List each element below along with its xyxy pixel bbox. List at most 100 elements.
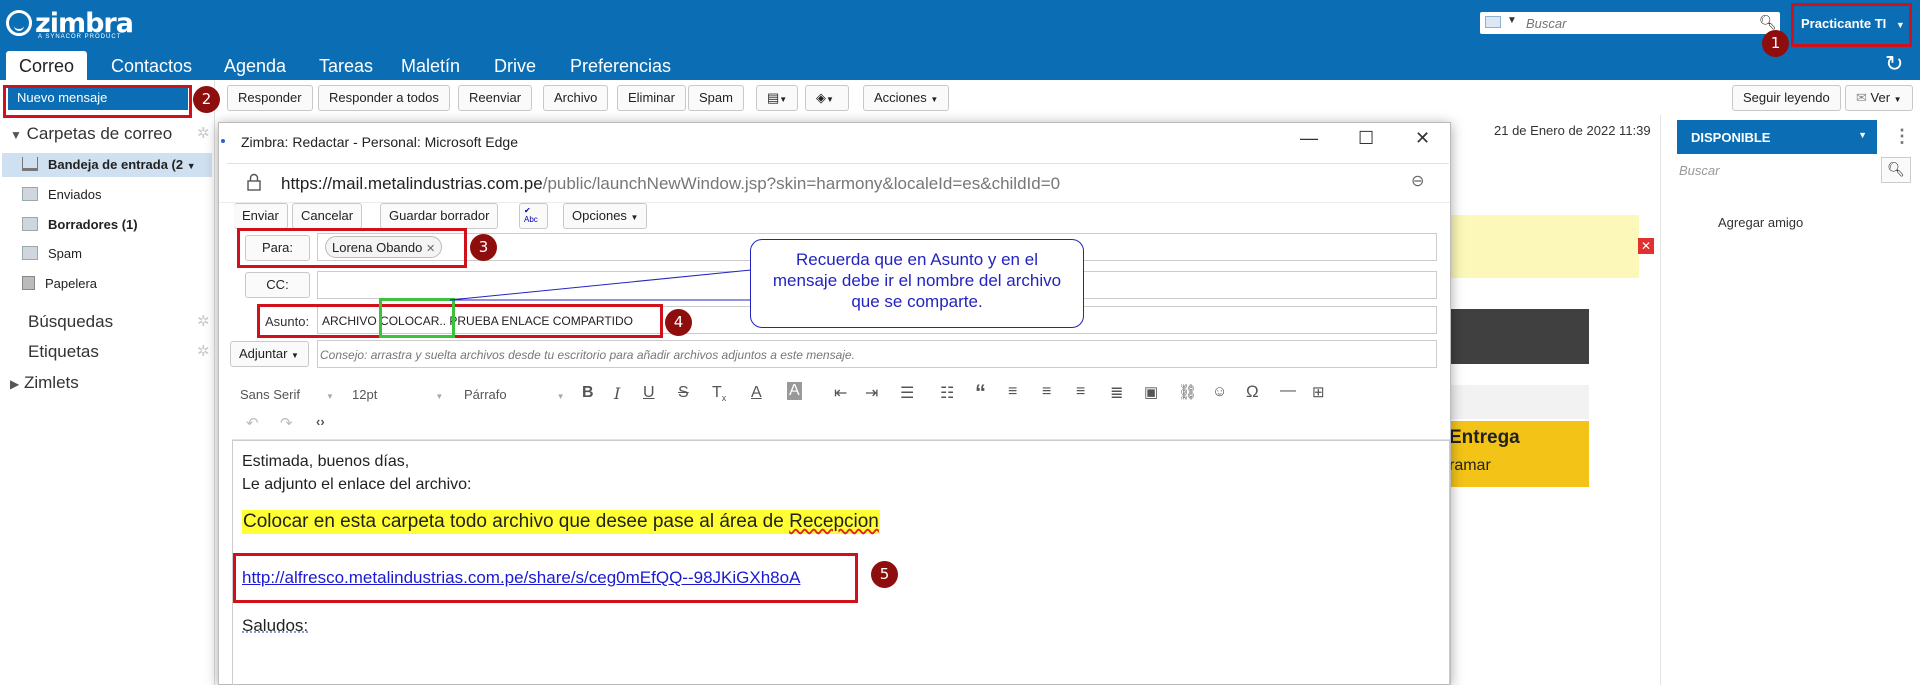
annotation-marker: 1: [1762, 30, 1789, 57]
global-search-box[interactable]: ▼ 🔍︎: [1480, 12, 1780, 34]
italic-icon[interactable]: I: [614, 384, 620, 403]
url-text[interactable]: https://mail.metalindustrias.com.pe/publ…: [281, 174, 1060, 194]
close-icon[interactable]: ✕: [1415, 128, 1430, 149]
keep-reading-button[interactable]: Seguir leyendo: [1732, 85, 1841, 111]
search-input[interactable]: [1526, 14, 1751, 32]
tags-section[interactable]: Etiquetas: [28, 342, 99, 362]
tab-correo[interactable]: Correo: [6, 51, 88, 80]
forward-button[interactable]: Reenviar: [458, 85, 533, 111]
font-size-select[interactable]: 12pt ▼: [352, 387, 443, 402]
cancel-button[interactable]: Cancelar: [292, 203, 363, 229]
chevron-down-icon[interactable]: ▼: [1507, 15, 1517, 26]
special-char-icon[interactable]: Ω: [1246, 382, 1259, 402]
emoji-icon[interactable]: ☺: [1212, 383, 1227, 400]
spellcheck-button[interactable]: ✔ Abc: [519, 203, 548, 229]
bold-icon[interactable]: B: [582, 384, 594, 402]
chevron-down-icon: ▼: [10, 128, 22, 142]
add-friend-link[interactable]: Agregar amigo: [1718, 215, 1803, 230]
annotation-box-link: [233, 553, 858, 603]
zimlets-section[interactable]: ▶ Zimlets: [10, 373, 79, 393]
maximize-icon[interactable]: ☐: [1358, 128, 1374, 149]
text-color-icon[interactable]: A: [751, 384, 762, 402]
table-icon[interactable]: ⊞: [1312, 383, 1325, 401]
strikethrough-icon[interactable]: S: [678, 384, 689, 402]
folder-drafts[interactable]: Borradores (1): [22, 213, 138, 237]
blockquote-icon[interactable]: “: [975, 380, 986, 406]
tag-button[interactable]: ◈▼: [805, 85, 849, 111]
reply-button[interactable]: Responder: [227, 85, 313, 111]
minimize-icon[interactable]: —: [1300, 128, 1318, 149]
tab-agenda[interactable]: Agenda: [211, 51, 299, 80]
tab-maletin[interactable]: Maletín: [388, 51, 473, 80]
print-button[interactable]: ▤▼: [756, 85, 798, 111]
callout-pointer: [449, 269, 758, 301]
underline-icon[interactable]: U: [643, 384, 655, 402]
close-icon[interactable]: ✕: [1638, 238, 1654, 254]
highlight-color-icon[interactable]: A: [787, 382, 802, 400]
image-icon[interactable]: ▣: [1144, 383, 1158, 401]
tab-preferencias[interactable]: Preferencias: [557, 51, 684, 80]
justify-icon[interactable]: ≣: [1110, 383, 1123, 403]
indent-icon[interactable]: ⇥: [865, 383, 878, 403]
envelope-icon: ✉: [1856, 90, 1867, 105]
outdent-icon[interactable]: ⇤: [834, 383, 847, 403]
options-button[interactable]: Opciones ▼: [563, 203, 648, 229]
save-draft-button[interactable]: Guardar borrador: [380, 203, 499, 229]
view-button[interactable]: ✉ Ver ▼: [1845, 85, 1913, 111]
folder-inbox[interactable]: Bandeja de entrada (2 ▼: [22, 153, 196, 177]
folder-spam[interactable]: Spam: [22, 242, 82, 266]
zoom-out-icon[interactable]: ⊖: [1411, 171, 1424, 191]
attach-hint: Consejo: arrastra y suelta archivos desd…: [320, 348, 855, 362]
refresh-icon[interactable]: ↻: [1885, 51, 1903, 77]
url-path: /public/launchNewWindow.jsp?skin=harmony…: [542, 174, 1061, 193]
actions-button[interactable]: Acciones ▼: [863, 85, 950, 111]
mail-search-type-icon[interactable]: [1485, 16, 1501, 28]
inbox-icon: [22, 157, 38, 171]
address-bar[interactable]: https://mail.metalindustrias.com.pe/publ…: [219, 163, 1450, 203]
folder-sent[interactable]: Enviados: [22, 183, 101, 207]
mail-folders-header[interactable]: ▼ Carpetas de correo: [10, 124, 172, 144]
send-button[interactable]: Enviar: [234, 203, 288, 229]
spam-button[interactable]: Spam: [688, 85, 744, 111]
align-right-icon[interactable]: ≡: [1076, 383, 1085, 401]
align-left-icon[interactable]: ≡: [1008, 383, 1017, 401]
undo-icon[interactable]: ↶: [246, 414, 259, 432]
gear-icon[interactable]: ✲: [197, 342, 210, 360]
zimbra-logo-icon: [6, 10, 32, 36]
folder-trash[interactable]: Papelera: [22, 272, 97, 296]
chevron-down-icon: ▼: [1858, 130, 1867, 140]
callout-note: Recuerda que en Asunto y en el mensaje d…: [750, 239, 1084, 328]
redo-icon[interactable]: ↷: [280, 414, 293, 432]
align-center-icon[interactable]: ≡: [1042, 383, 1051, 401]
gear-icon[interactable]: ✲: [197, 124, 210, 142]
archive-button[interactable]: Archivo: [543, 85, 609, 111]
mail-folders-title: Carpetas de correo: [26, 124, 173, 143]
lock-icon[interactable]: [247, 173, 261, 191]
source-code-icon[interactable]: ‹›: [316, 414, 325, 429]
tab-drive[interactable]: Drive: [481, 51, 549, 80]
searches-section[interactable]: Búsquedas: [28, 312, 113, 332]
font-family-select[interactable]: Sans Serif ▼: [240, 387, 334, 402]
delete-button[interactable]: Eliminar: [617, 85, 686, 111]
folder-label: Papelera: [45, 276, 98, 291]
cc-field-button[interactable]: CC:: [245, 272, 310, 298]
reply-all-button[interactable]: Responder a todos: [318, 85, 450, 111]
gear-icon[interactable]: ✲: [197, 312, 210, 330]
annotation-marker: 4: [665, 309, 692, 336]
clear-format-icon[interactable]: Tx: [712, 384, 726, 403]
block-format-select[interactable]: Párrafo ▼: [464, 387, 565, 402]
availability-status-button[interactable]: DISPONIBLE ▼: [1677, 120, 1877, 154]
tab-tareas[interactable]: Tareas: [306, 51, 386, 80]
numbered-list-icon[interactable]: ☷: [940, 383, 954, 403]
chevron-down-icon: ▼: [930, 95, 939, 104]
contacts-search-input[interactable]: Buscar: [1679, 163, 1719, 178]
body-line: Le adjunto el enlace del archivo:: [242, 476, 472, 493]
horizontal-rule-icon[interactable]: —: [1280, 382, 1296, 400]
search-icon[interactable]: 🔍︎: [1881, 157, 1911, 183]
link-icon[interactable]: ⛓: [1178, 383, 1197, 401]
more-options-icon[interactable]: ⋮: [1893, 126, 1911, 147]
attach-button[interactable]: Adjuntar ▼: [230, 341, 309, 367]
tab-contactos[interactable]: Contactos: [98, 51, 205, 80]
search-icon[interactable]: 🔍︎: [1759, 14, 1777, 31]
bullet-list-icon[interactable]: ☰: [900, 383, 914, 403]
